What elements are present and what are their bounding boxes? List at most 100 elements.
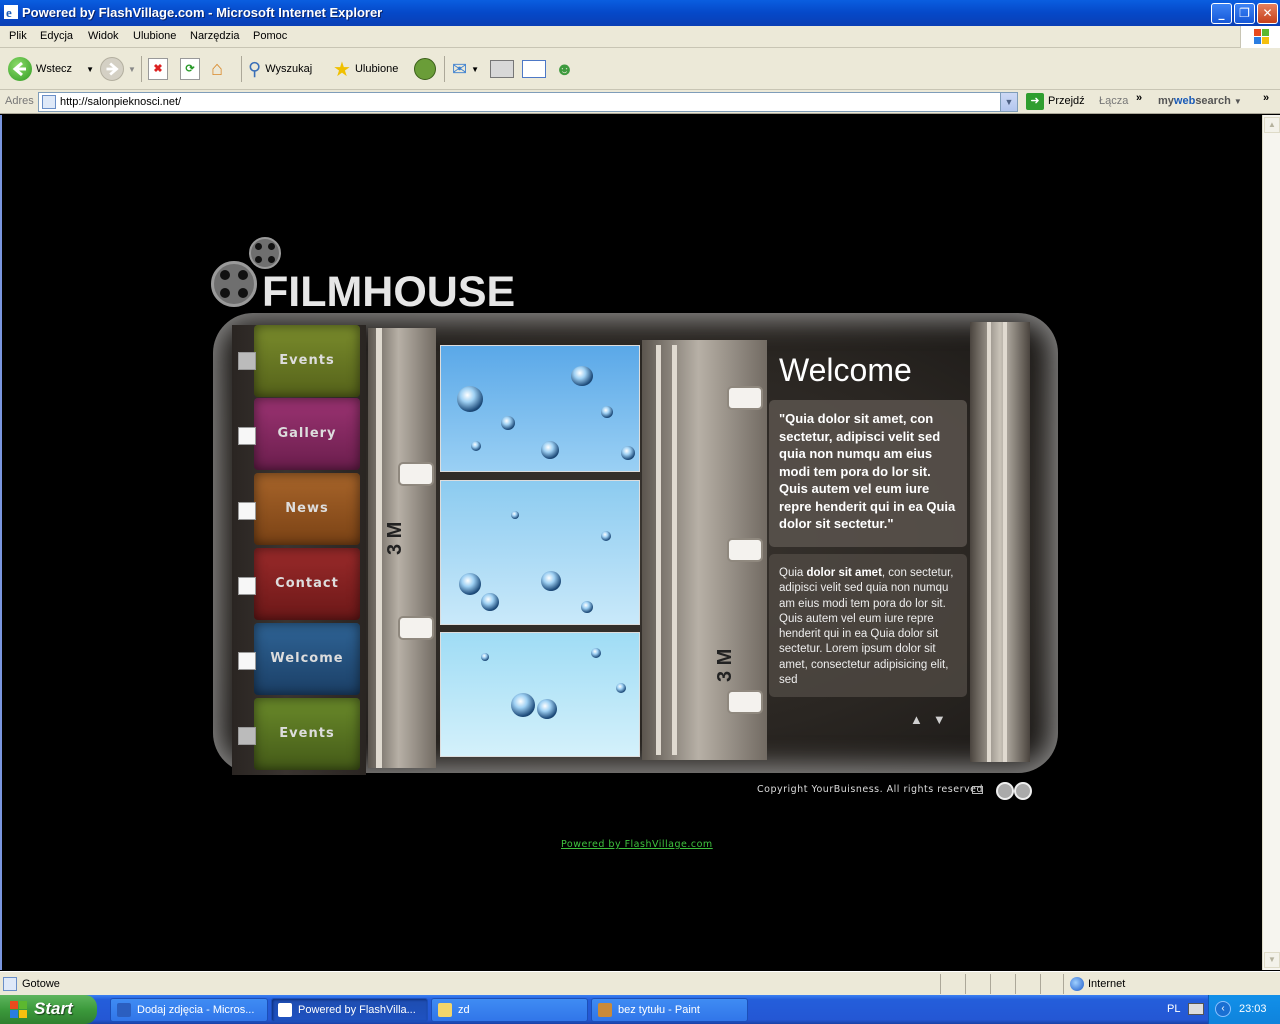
security-zone: Internet [1088,978,1126,990]
system-tray: ‹ 23:03 [1208,995,1280,1024]
messenger-button[interactable]: ☻ [555,55,574,83]
site-logo-text[interactable]: FILMHOUSE [262,268,515,317]
taskbar: Start Dodaj zdjęcia - Micros... Powered … [0,995,1280,1024]
window-title: Powered by FlashVillage.com - Microsoft … [22,5,383,20]
go-button[interactable]: Przejdź [1048,95,1085,107]
back-dropdown-icon[interactable]: ▼ [86,65,94,74]
vertical-scrollbar[interactable]: ▲ ▼ [1262,115,1280,970]
mail-icon: ✉ [452,58,468,79]
refresh-button[interactable]: ⟳ [180,55,200,83]
keyboard-icon[interactable] [1188,1003,1204,1015]
menu-file[interactable]: Plik [9,30,27,42]
text-scroll-arrows[interactable]: ▲▼ [910,712,956,727]
stop-icon: ✖ [148,58,168,80]
restore-button[interactable]: ❐ [1234,3,1255,24]
address-label: Adres [5,95,34,107]
toolbar: Wstecz ▼ ▼ ✖ ⟳ ⌂ ⚲ Wyszukaj ★ Ulubione ✉… [0,48,1280,90]
history-button[interactable] [414,55,436,83]
status-bar: Gotowe Internet [0,971,1280,995]
gallery-photo-1[interactable] [440,345,640,472]
messenger-icon: ☻ [555,58,574,79]
history-icon [414,58,436,80]
page-status-icon [3,977,17,991]
task-word[interactable]: Dodaj zdjęcia - Micros... [110,998,268,1022]
sprocket-hole [727,538,763,562]
mail-button[interactable]: ✉ ▼ [452,55,479,83]
task-folder[interactable]: zd [431,998,588,1022]
nav-film-hole [238,352,256,370]
globe-icon [1070,977,1084,991]
scroll-up-icon[interactable]: ▲ [1264,117,1280,133]
refresh-icon: ⟳ [180,58,200,80]
scroll-down-icon[interactable]: ▼ [1264,952,1280,968]
address-input[interactable]: http://salonpieknosci.net/ ▼ [38,92,1018,112]
search-button[interactable]: ⚲ Wyszukaj [248,55,312,83]
favorites-button[interactable]: ★ Ulubione [333,55,398,83]
sprocket-hole [727,690,763,714]
edit-button[interactable] [522,55,546,83]
nav-gallery[interactable]: Gallery [254,398,360,470]
address-bar: Adres http://salonpieknosci.net/ ▼ ➜ Prz… [0,90,1280,114]
paint-icon [598,1003,612,1017]
menu-help[interactable]: Pomoc [253,30,287,42]
status-text: Gotowe [22,978,60,990]
back-arrow-icon [8,57,32,81]
panel-title: Welcome [779,352,912,388]
home-button[interactable]: ⌂ [211,55,223,83]
forward-dropdown-icon[interactable]: ▼ [128,65,136,74]
minimize-button[interactable]: _ [1211,3,1232,24]
film-strip-edge [970,322,1030,762]
nav-news[interactable]: News [254,473,360,545]
nav-events-bottom[interactable]: Events [254,698,360,770]
film-reel-icon [211,261,257,307]
start-label: Start [34,999,73,1018]
powered-by-link[interactable]: Powered by FlashVillage.com [561,839,713,850]
home-icon: ⌂ [211,57,224,80]
sprocket-hole [727,386,763,410]
tray-expand-icon[interactable]: ‹ [1215,1001,1231,1017]
nav-welcome[interactable]: Welcome [254,623,360,695]
back-button[interactable]: Wstecz ▼ [8,55,94,83]
menu-edit[interactable]: Edycja [40,30,73,42]
film-reel-small-icon [249,237,281,269]
folder-icon [438,1003,452,1017]
go-arrow-icon[interactable]: ➜ [1026,93,1044,110]
start-button[interactable]: Start [0,995,97,1024]
mywebsearch-button[interactable]: mywebsearch ▼ [1158,95,1242,107]
window-titlebar[interactable]: e Powered by FlashVillage.com - Microsof… [0,0,1280,26]
language-indicator[interactable]: PL [1167,1003,1180,1015]
gallery-photo-3[interactable] [440,632,640,757]
close-button[interactable]: ✕ [1257,3,1278,24]
print-button[interactable] [490,55,514,83]
film-mark-left: 3 M [384,521,406,555]
sprocket-hole [398,462,434,486]
film-reel-icon [1014,782,1032,800]
links-button[interactable]: Łącza [1099,95,1128,107]
printer-icon [490,60,514,78]
ie-icon [278,1003,292,1017]
task-paint[interactable]: bez tytułu - Paint [591,998,748,1022]
menu-view[interactable]: Widok [88,30,119,42]
svg-text:e: e [6,5,12,20]
menu-favorites[interactable]: Ulubione [133,30,176,42]
address-dropdown-icon[interactable]: ▼ [1000,93,1017,111]
toolbar-chevron-icon[interactable]: » [1263,92,1269,104]
sprocket-hole [398,616,434,640]
back-label: Wstecz [36,63,73,75]
mail-dropdown-icon[interactable]: ▼ [471,65,479,74]
copyright-text: Copyright YourBuisness. All rights reser… [757,784,983,795]
nav-film-hole [238,577,256,595]
mail-icon[interactable] [972,786,983,794]
nav-events-top[interactable]: Events [254,325,360,397]
gallery-photo-2[interactable] [440,480,640,625]
nav-contact[interactable]: Contact [254,548,360,620]
body-text: Quia dolor sit amet, con sectetur, adipi… [779,567,954,687]
menu-tools[interactable]: Narzędzia [190,30,240,42]
links-chevron-icon[interactable]: » [1136,92,1142,104]
task-ie[interactable]: Powered by FlashVilla... [271,998,428,1022]
stop-button[interactable]: ✖ [148,55,168,83]
ie-icon: e [4,5,18,20]
menu-bar: Plik Edycja Widok Ulubione Narzędzia Pom… [0,26,1280,48]
forward-button[interactable]: ▼ [100,55,136,83]
address-url: http://salonpieknosci.net/ [60,96,182,108]
